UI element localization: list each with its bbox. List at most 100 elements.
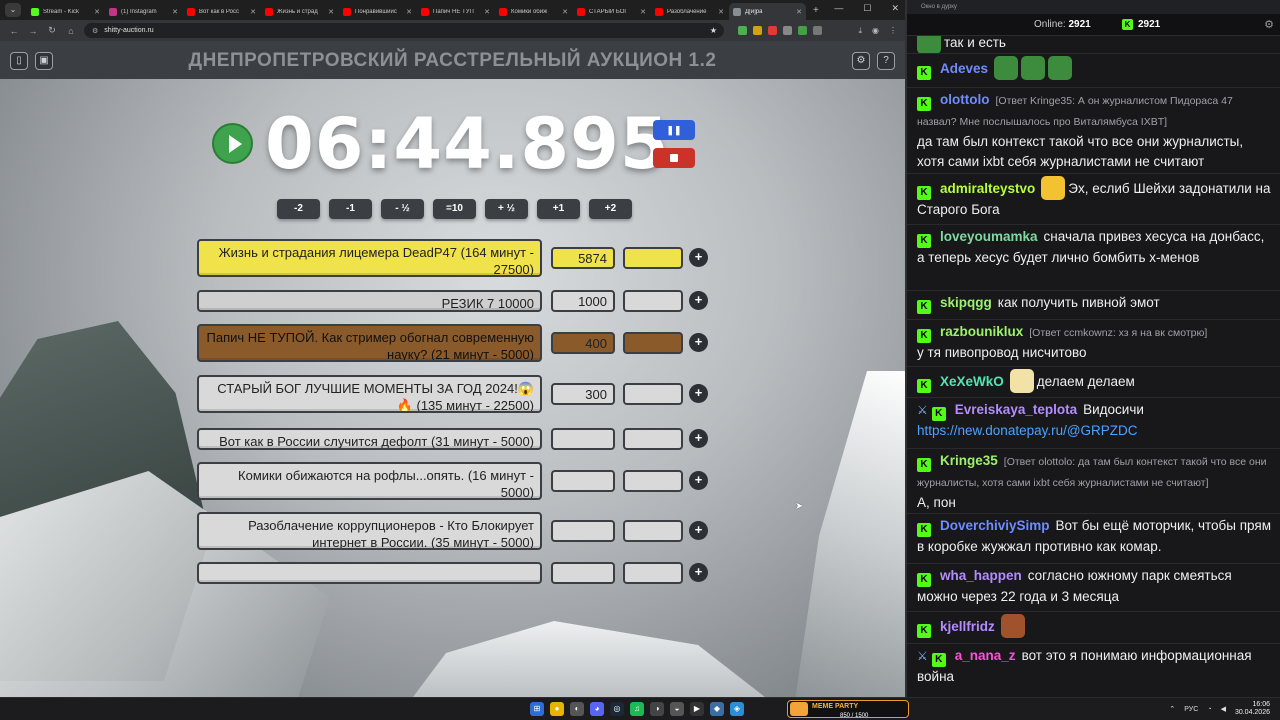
lot-amount-field[interactable] (551, 428, 615, 450)
download-icon[interactable]: ⤓ (858, 26, 862, 36)
lot-amount-field[interactable]: 300 (551, 383, 615, 405)
stop-button[interactable] (653, 148, 695, 168)
lot-add-button[interactable]: + (689, 333, 708, 352)
chat-settings-icon[interactable]: ⚙ (1264, 18, 1274, 31)
chat-username[interactable]: kjellfridz (940, 619, 995, 634)
tab-close-icon[interactable]: ✕ (562, 8, 568, 16)
lot-add-button[interactable]: + (689, 429, 708, 448)
chat-username[interactable]: Evreiskaya_teplota (955, 402, 1077, 417)
tab[interactable]: Разоблачение ✕ (651, 3, 728, 20)
tab[interactable]: Комики обиж ✕ (495, 3, 572, 20)
new-tab-button[interactable]: + (813, 5, 819, 16)
tab[interactable]: Д[и]ра ✕ (729, 3, 806, 20)
extension-icon[interactable] (783, 26, 792, 35)
lot-add-amount-input[interactable] (623, 332, 683, 354)
back-button[interactable]: ← (9, 26, 19, 36)
spotify-icon[interactable]: ♫ (630, 702, 644, 716)
time-adjust-button[interactable]: +1 (537, 199, 580, 219)
lot-add-button[interactable]: + (689, 471, 708, 490)
chat-username[interactable]: Adeves (940, 61, 988, 76)
url-input[interactable]: ⚙ shitty-auction.ru ★ (84, 23, 724, 38)
help-icon[interactable]: ? (877, 52, 895, 70)
lot-amount-field[interactable] (551, 470, 615, 492)
chat-username[interactable]: XeXeWkO (940, 374, 1004, 389)
tab[interactable]: (1) Instagram ✕ (105, 3, 182, 20)
tab-close-icon[interactable]: ✕ (718, 8, 724, 16)
lot-name-input[interactable]: Вот как в России случится дефолт (31 мин… (197, 428, 542, 450)
pause-button[interactable]: ❚❚ (653, 120, 695, 140)
time-adjust-button[interactable]: + ½ (485, 199, 528, 219)
lot-add-amount-input[interactable] (623, 520, 683, 542)
tab[interactable]: Stream - Kick ✕ (27, 3, 104, 20)
app-icon[interactable]: ◒ (670, 702, 684, 716)
tab[interactable]: Жизнь и страд ✕ (261, 3, 338, 20)
time-adjust-button[interactable]: =10 (433, 199, 476, 219)
lot-add-amount-input[interactable] (623, 290, 683, 312)
start-icon[interactable]: ⊞ (530, 702, 544, 716)
extension-icon[interactable] (738, 26, 747, 35)
lot-name-input[interactable]: СТАРЫЙ БОГ ЛУЧШИЕ МОМЕНТЫ ЗА ГОД 2024!😱 … (197, 375, 542, 413)
tab-search-button[interactable]: ⌄ (5, 3, 21, 17)
menu-icon[interactable]: ⋮ (889, 26, 897, 36)
tab[interactable]: Папич НЕ ТУП ✕ (417, 3, 494, 20)
lot-amount-field[interactable]: 1000 (551, 290, 615, 312)
time-adjust-button[interactable]: - ½ (381, 199, 424, 219)
lot-name-input[interactable]: Жизнь и страдания лицемера DeadP47 (164 … (197, 239, 542, 277)
tab-close-icon[interactable]: ✕ (640, 8, 646, 16)
tab-close-icon[interactable]: ✕ (406, 8, 412, 16)
tab[interactable]: СТАРЫЙ БОГ ✕ (573, 3, 650, 20)
lot-amount-field[interactable] (551, 562, 615, 584)
tab-close-icon[interactable]: ✕ (328, 8, 334, 16)
lot-name-input[interactable]: Комики обижаются на рофлы...опять. (16 м… (197, 462, 542, 500)
tab-close-icon[interactable]: ✕ (250, 8, 256, 16)
extension-icon[interactable] (753, 26, 762, 35)
chat-link[interactable]: https://new.donatepay.ru/@GRPZDC (917, 423, 1138, 438)
tray-chevron-icon[interactable]: ⌃ (1169, 705, 1175, 713)
app-icon[interactable]: ▶ (690, 702, 704, 716)
clock[interactable]: 16:06 30.04.2026 (1235, 701, 1270, 717)
extension-icon[interactable] (798, 26, 807, 35)
steam-icon[interactable]: ◎ (610, 702, 624, 716)
reload-button[interactable]: ↻ (47, 25, 57, 36)
lot-add-amount-input[interactable] (623, 470, 683, 492)
chat-username[interactable]: a_nana_z (955, 648, 1016, 663)
app-icon[interactable]: ◑ (650, 702, 664, 716)
chat-username[interactable]: olottolo (940, 92, 989, 107)
home-button[interactable]: ⌂ (66, 26, 76, 36)
volume-icon[interactable]: ◀ (1221, 705, 1226, 713)
bookmark-star-icon[interactable]: ★ (710, 26, 717, 35)
forward-button[interactable]: → (28, 26, 38, 36)
tab-close-icon[interactable]: ✕ (796, 8, 802, 16)
lot-add-button[interactable]: + (689, 384, 708, 403)
app-icon[interactable]: ◐ (570, 702, 584, 716)
app-icon[interactable]: ◈ (730, 702, 744, 716)
chat-username[interactable]: DoverchiviySimp (940, 518, 1050, 533)
lot-add-button[interactable]: + (689, 521, 708, 540)
lot-name-input[interactable]: Разоблачение коррупционеров - Кто Блокир… (197, 512, 542, 550)
tab-close-icon[interactable]: ✕ (484, 8, 490, 16)
tab[interactable]: Вот как в Росс ✕ (183, 3, 260, 20)
keyboard-language[interactable]: РУС (1184, 706, 1198, 713)
chat-username[interactable]: wha_happen (940, 568, 1022, 583)
lot-name-input[interactable]: Папич НЕ ТУПОЙ. Как стример обогнал совр… (197, 324, 542, 362)
lot-amount-field[interactable]: 400 (551, 332, 615, 354)
lot-add-button[interactable]: + (689, 291, 708, 310)
time-adjust-button[interactable]: -1 (329, 199, 372, 219)
extensions-puzzle-icon[interactable] (813, 26, 822, 35)
time-adjust-button[interactable]: -2 (277, 199, 320, 219)
lot-add-button[interactable]: + (689, 563, 708, 582)
lot-name-input[interactable] (197, 562, 542, 584)
network-icon[interactable]: ◔ (1207, 706, 1211, 713)
tab[interactable]: Понравившийс ✕ (339, 3, 416, 20)
lot-amount-field[interactable] (551, 520, 615, 542)
profile-icon[interactable]: ◉ (872, 26, 879, 36)
chat-username[interactable]: razbouniklux (940, 324, 1023, 339)
settings-icon[interactable]: ⚙ (852, 52, 870, 70)
lot-name-input[interactable]: РЕЗИК 7 10000 (197, 290, 542, 312)
chrome-icon[interactable]: ● (550, 702, 564, 716)
minimize-button[interactable]: — (834, 3, 843, 14)
chat-username[interactable]: skipqgg (940, 295, 992, 310)
lot-add-amount-input[interactable] (623, 562, 683, 584)
maximize-button[interactable]: ☐ (863, 3, 871, 14)
time-adjust-button[interactable]: +2 (589, 199, 632, 219)
